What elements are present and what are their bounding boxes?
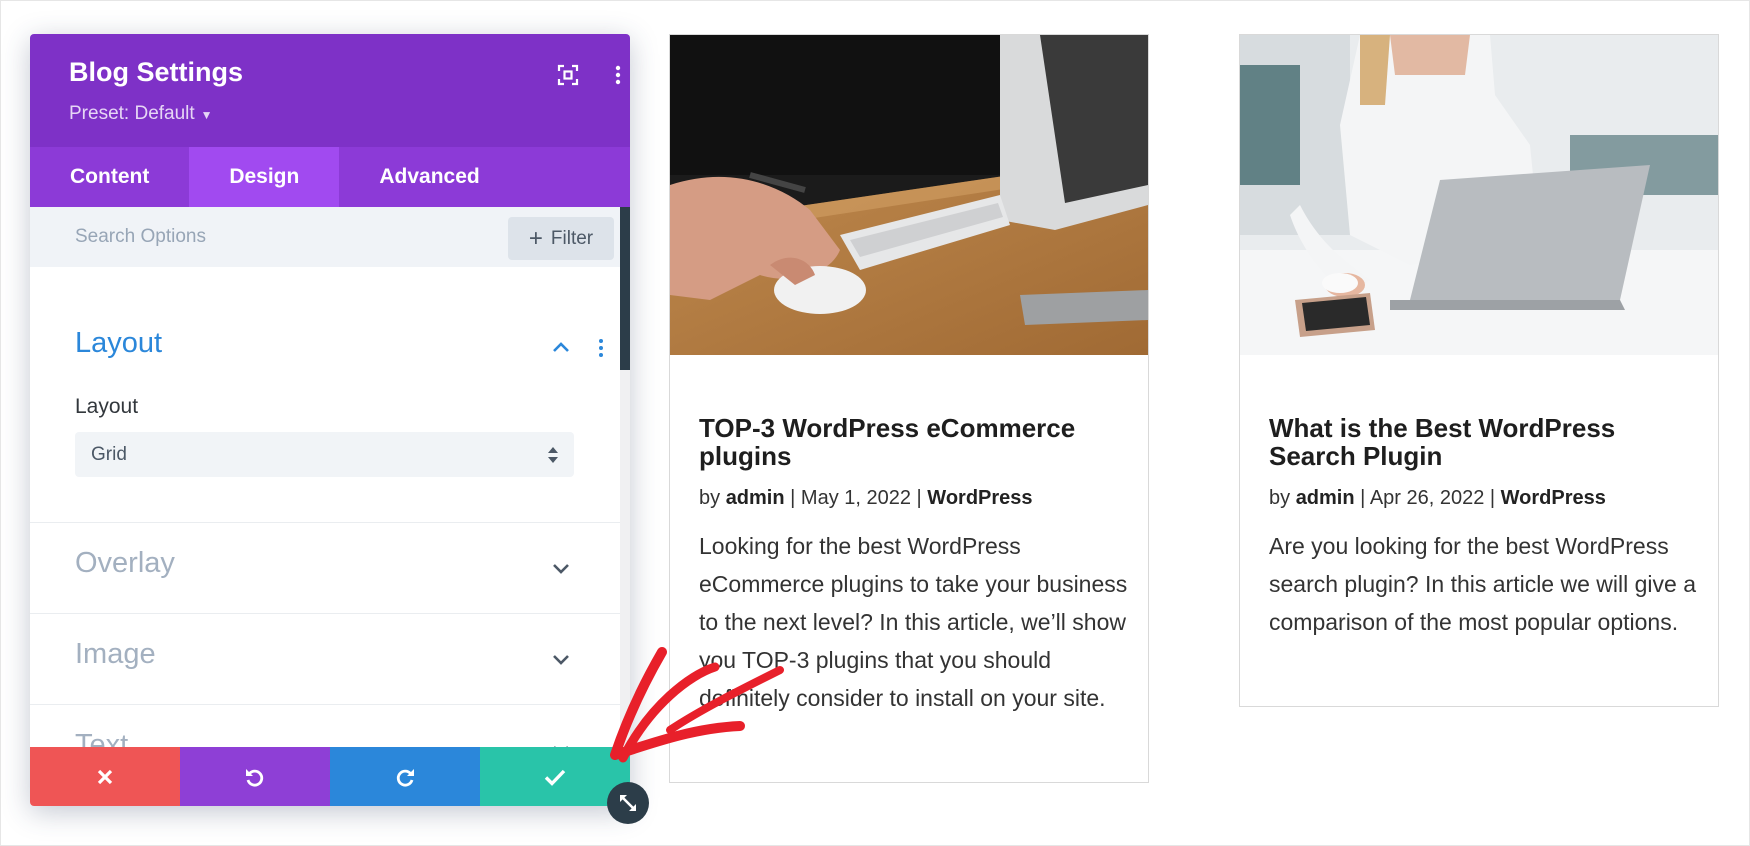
redo-icon <box>396 768 414 787</box>
post-author-link[interactable]: admin <box>1296 487 1355 509</box>
toggle-image-title[interactable]: Image <box>75 638 156 671</box>
modal-action-bar <box>30 747 630 806</box>
plus-icon: + <box>528 225 543 252</box>
post-featured-image[interactable] <box>670 35 1148 355</box>
post-category-link[interactable]: WordPress <box>1501 487 1606 509</box>
resize-icon <box>620 795 636 811</box>
modal-title: Blog Settings <box>69 57 243 87</box>
undo-button[interactable] <box>180 747 330 806</box>
filter-button[interactable]: + Filter <box>508 217 614 260</box>
search-options-input[interactable]: Search Options <box>75 226 206 248</box>
close-icon <box>97 769 113 784</box>
chevron-down-icon[interactable] <box>550 648 572 670</box>
expand-icon[interactable] <box>556 63 580 87</box>
post-featured-image[interactable] <box>1240 35 1718 355</box>
annotation-arrow-icon <box>610 647 784 763</box>
preset-label: Preset: Default <box>69 103 195 124</box>
chevron-up-icon[interactable] <box>550 337 572 359</box>
post-category-link[interactable]: WordPress <box>927 487 1032 509</box>
layout-select-value: Grid <box>91 444 127 465</box>
chevron-down-icon[interactable] <box>550 557 572 579</box>
post-date: Apr 26, 2022 <box>1369 487 1485 509</box>
undo-icon <box>246 768 264 787</box>
modal-tabs: Content Design Advanced <box>30 147 630 207</box>
select-arrows-icon <box>548 447 558 463</box>
desk-computer-photo <box>670 35 1148 355</box>
meta-prefix: by <box>1269 487 1296 509</box>
divider <box>30 613 620 614</box>
meta-prefix: by <box>699 487 726 509</box>
redo-button[interactable] <box>330 747 480 806</box>
divider <box>30 704 620 705</box>
scrollbar-thumb[interactable] <box>620 207 630 370</box>
caret-down-icon: ▼ <box>200 108 213 122</box>
discard-button[interactable] <box>30 747 180 806</box>
toggle-overlay-title[interactable]: Overlay <box>75 547 175 580</box>
post-author-link[interactable]: admin <box>726 487 785 509</box>
preset-selector[interactable]: Preset: Default ▼ <box>69 103 213 125</box>
more-vertical-icon[interactable] <box>590 337 612 359</box>
layout-field-label: Layout <box>75 395 139 418</box>
more-vertical-icon[interactable] <box>606 63 630 87</box>
post-title[interactable]: What is the Best WordPress Search Plugin <box>1269 414 1699 470</box>
woman-laptop-photo <box>1240 35 1718 355</box>
post-title[interactable]: TOP-3 WordPress eCommerce plugins <box>699 414 1129 470</box>
post-date: May 1, 2022 <box>800 487 911 509</box>
check-icon <box>544 769 566 786</box>
search-options-bar: Search Options + Filter <box>30 207 620 267</box>
blog-settings-modal: Blog Settings Preset: Default ▼ Content D… <box>30 34 630 806</box>
tab-content[interactable]: Content <box>30 147 189 207</box>
post-meta: by admin | Apr 26, 2022 | WordPress <box>1269 487 1606 509</box>
resize-handle[interactable] <box>607 782 649 824</box>
filter-label: Filter <box>550 228 594 249</box>
blog-post-card: What is the Best WordPress Search Plugin… <box>1239 34 1719 707</box>
divider <box>30 522 620 523</box>
tab-advanced[interactable]: Advanced <box>339 147 519 207</box>
modal-header: Blog Settings Preset: Default ▼ <box>30 34 630 147</box>
post-excerpt: Are you looking for the best WordPress s… <box>1269 533 1696 635</box>
toggle-layout-title[interactable]: Layout <box>75 327 162 360</box>
tab-design[interactable]: Design <box>189 147 340 207</box>
layout-select[interactable]: Grid <box>75 432 574 477</box>
post-meta: by admin | May 1, 2022 | WordPress <box>699 487 1033 509</box>
